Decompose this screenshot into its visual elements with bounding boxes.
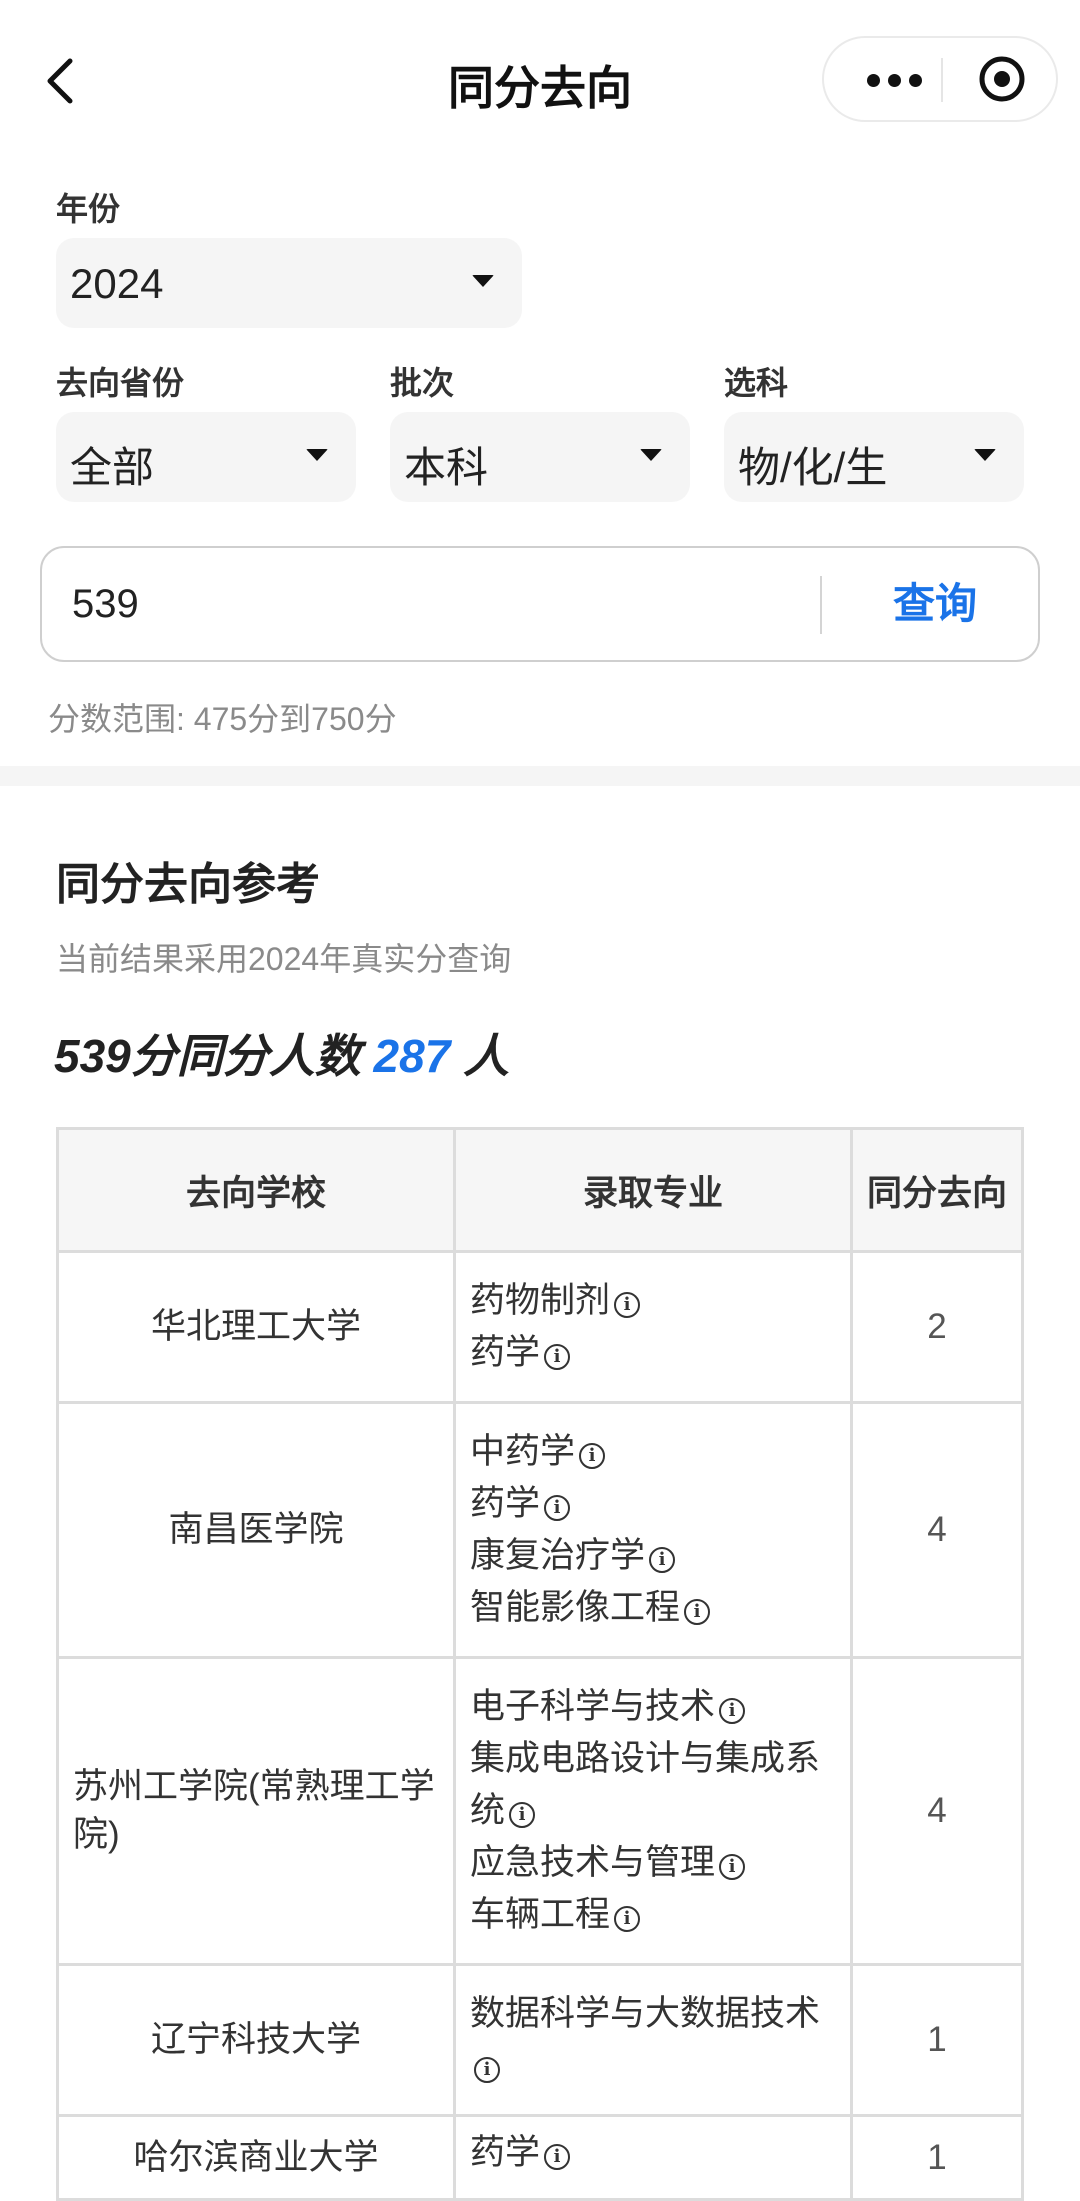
info-icon[interactable]: i: [684, 1599, 711, 1625]
score-input[interactable]: 539: [72, 582, 139, 627]
table-row: 哈尔滨商业大学 药学 i 1: [56, 2114, 1024, 2201]
info-icon[interactable]: i: [509, 1802, 536, 1828]
search-divider: [820, 576, 822, 634]
majors-cell: 电子科学与技术 i 集成电路设计与集成系统 i 应急技术与管理 i 车辆工程 i: [453, 1656, 853, 1966]
majors-cell: 药物制剂 i 药学 i: [453, 1250, 853, 1404]
info-icon[interactable]: i: [544, 2144, 571, 2170]
table-row: 南昌医学院 中药学 i 药学 i 康复治疗学 i 智能影像工程 i 4: [56, 1401, 1024, 1659]
info-icon[interactable]: i: [544, 1495, 571, 1521]
nav-bar: 同分去向: [0, 0, 1080, 160]
major-item[interactable]: 康复治疗学 i: [470, 1530, 836, 1582]
major-item[interactable]: 电子科学与技术 i: [470, 1681, 836, 1733]
capsule-divider: [941, 58, 943, 102]
major-item[interactable]: 集成电路设计与集成系统 i: [470, 1733, 836, 1837]
year-select[interactable]: 2024: [56, 238, 522, 328]
major-item[interactable]: 车辆工程 i: [470, 1889, 836, 1941]
caret-down-icon: [974, 449, 996, 461]
same-score-count: 539分同分人数 287 人: [54, 1020, 509, 1086]
subjects-label: 选科: [724, 365, 789, 401]
major-item[interactable]: 药学 i: [470, 1327, 836, 1379]
close-target-icon[interactable]: [978, 55, 1026, 103]
caret-down-icon: [472, 275, 494, 287]
count-suffix: 人: [463, 1030, 510, 1082]
major-item[interactable]: 药学 i: [470, 1478, 836, 1530]
school-cell: 辽宁科技大学: [56, 1963, 456, 2117]
count-prefix: 539分同分人数: [54, 1030, 361, 1082]
section-subtitle: 当前结果采用2024年真实分查询: [56, 941, 512, 977]
majors-cell: 药学 i: [453, 2114, 853, 2201]
info-icon[interactable]: i: [719, 1698, 746, 1724]
major-item[interactable]: 中药学 i: [470, 1426, 836, 1478]
section-divider: [0, 766, 1080, 786]
province-label: 去向省份: [56, 365, 185, 401]
table-row: 辽宁科技大学 数据科学与大数据技术i 1: [56, 1963, 1024, 2117]
school-cell: 苏州工学院(常熟理工学院): [56, 1656, 456, 1966]
info-icon[interactable]: i: [614, 1292, 641, 1318]
query-button[interactable]: 查询: [832, 548, 1038, 660]
destination-table: 去向学校 录取专业 同分去向 华北理工大学 药物制剂 i 药学 i 2 南昌医学院 …: [56, 1127, 1024, 2201]
count-cell: 4: [850, 1656, 1024, 1966]
caret-down-icon: [306, 449, 328, 461]
school-cell: 南昌医学院: [56, 1401, 456, 1659]
major-item[interactable]: 智能影像工程 i: [470, 1582, 836, 1634]
majors-cell: 中药学 i 药学 i 康复治疗学 i 智能影像工程 i: [453, 1401, 853, 1659]
major-item[interactable]: 药学 i: [470, 2127, 836, 2179]
info-icon[interactable]: i: [474, 2057, 500, 2083]
info-icon[interactable]: i: [719, 1854, 746, 1880]
header-school: 去向学校: [56, 1127, 456, 1253]
info-icon[interactable]: i: [579, 1443, 606, 1469]
subjects-value: 物/化/生: [738, 444, 888, 491]
school-cell: 华北理工大学: [56, 1250, 456, 1404]
info-icon[interactable]: i: [544, 1344, 571, 1370]
batch-value: 本科: [404, 444, 489, 491]
count-cell: 1: [850, 2114, 1024, 2201]
caret-down-icon: [640, 449, 662, 461]
subjects-select[interactable]: 物/化/生: [724, 412, 1024, 502]
batch-select[interactable]: 本科: [390, 412, 690, 502]
header-majors: 录取专业: [453, 1127, 853, 1253]
table-row: 苏州工学院(常熟理工学院) 电子科学与技术 i 集成电路设计与集成系统 i 应急技术…: [56, 1656, 1024, 1966]
province-value: 全部: [70, 444, 155, 491]
score-range-hint: 分数范围: 475分到750分: [48, 701, 397, 737]
count-cell: 4: [850, 1401, 1024, 1659]
school-cell: 哈尔滨商业大学: [56, 2114, 456, 2201]
count-cell: 2: [850, 1250, 1024, 1404]
table-header-row: 去向学校 录取专业 同分去向: [56, 1127, 1024, 1253]
year-value: 2024: [70, 260, 164, 307]
section-title: 同分去向参考: [56, 860, 320, 909]
major-item[interactable]: 数据科学与大数据技术i: [470, 1988, 836, 2092]
more-dots-icon[interactable]: [854, 58, 934, 102]
table-row: 华北理工大学 药物制剂 i 药学 i 2: [56, 1250, 1024, 1404]
header-count: 同分去向: [850, 1127, 1024, 1253]
major-item[interactable]: 药物制剂 i: [470, 1275, 836, 1327]
info-icon[interactable]: i: [649, 1547, 676, 1573]
year-label: 年份: [56, 191, 121, 227]
info-icon[interactable]: i: [614, 1906, 641, 1932]
major-item[interactable]: 应急技术与管理 i: [470, 1837, 836, 1889]
score-search-box: 539 查询: [40, 546, 1040, 662]
batch-label: 批次: [390, 365, 455, 401]
count-value: 287: [373, 1030, 451, 1082]
mini-program-capsule: [822, 36, 1058, 122]
majors-cell: 数据科学与大数据技术i: [453, 1963, 853, 2117]
count-cell: 1: [850, 1963, 1024, 2117]
province-select[interactable]: 全部: [56, 412, 356, 502]
